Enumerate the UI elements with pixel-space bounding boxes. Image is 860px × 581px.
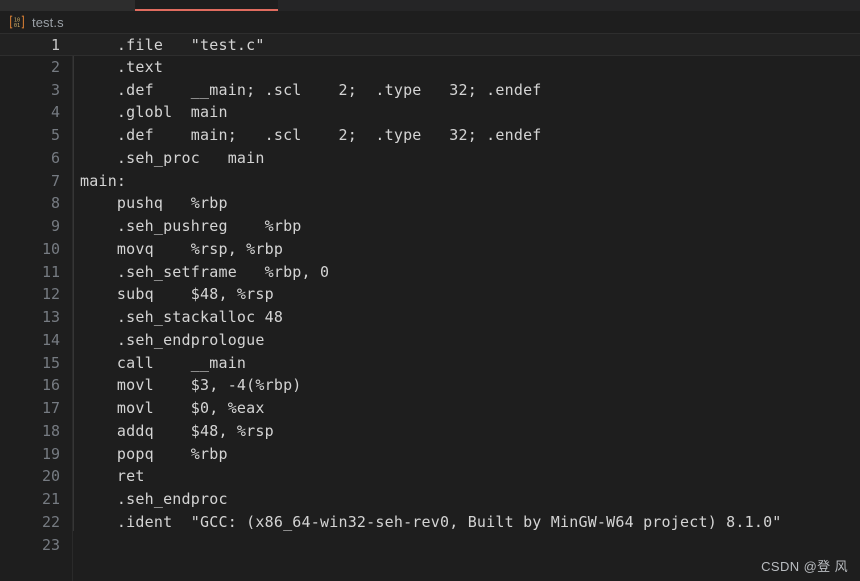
line-number: 11	[41, 262, 60, 281]
code-line[interactable]: 11 .seh_setframe %rbp, 0	[0, 261, 860, 284]
line-number: 17	[41, 399, 60, 417]
code-line[interactable]: 2 .text	[0, 56, 860, 79]
line-text: .def __main; .scl 2; .type 32; .endef	[80, 80, 542, 99]
line-number: 4	[50, 103, 60, 122]
code-line[interactable]: 17 movl $0, %eax	[0, 397, 860, 420]
line-text: .seh_stackalloc 48	[80, 308, 284, 326]
code-line[interactable]: 7 main:	[0, 170, 860, 193]
svg-text:01: 01	[14, 23, 20, 29]
breadcrumb-file-name[interactable]: test.s	[32, 16, 64, 29]
line-number: 7	[50, 171, 60, 190]
line-text: .text	[80, 57, 164, 76]
code-line[interactable]: 8 pushq %rbp	[0, 192, 860, 215]
editor-window: 10 01 test.s 1 .file "test.c" 2 .text 3 .d…	[0, 0, 860, 581]
line-text: .seh_pushreg %rbp	[80, 217, 302, 235]
line-text: main:	[80, 171, 127, 190]
line-number: 9	[50, 217, 60, 235]
code-line[interactable]: 4 .globl main	[0, 101, 860, 124]
code-line[interactable]: 9 .seh_pushreg %rbp	[0, 215, 860, 238]
line-text: .seh_setframe %rbp, 0	[80, 262, 330, 281]
editor-tab-bar	[0, 0, 860, 11]
line-text: pushq %rbp	[80, 194, 228, 213]
line-text: movl $0, %eax	[80, 399, 265, 417]
code-line[interactable]: 22 .ident "GCC: (x86_64-win32-seh-rev0, …	[0, 511, 860, 534]
line-text: addq $48, %rsp	[80, 421, 274, 440]
code-line[interactable]: 21 .seh_endproc	[0, 488, 860, 511]
line-text: .seh_proc main	[80, 148, 265, 167]
code-line-list: 1 .file "test.c" 2 .text 3 .def __main; .s…	[0, 33, 860, 556]
editor-tab-active[interactable]	[135, 0, 278, 11]
line-number: 2	[50, 57, 60, 76]
line-number: 10	[41, 239, 60, 258]
breadcrumb: 10 01 test.s	[0, 11, 860, 33]
code-line[interactable]: 3 .def __main; .scl 2; .type 32; .endef	[0, 79, 860, 102]
line-number: 19	[41, 444, 60, 463]
line-text: .def main; .scl 2; .type 32; .endef	[80, 126, 542, 144]
watermark: CSDN @登 风	[761, 559, 848, 574]
line-text: popq %rbp	[80, 444, 228, 463]
line-text: subq $48, %rsp	[80, 285, 274, 304]
line-number: 3	[50, 80, 60, 99]
code-line[interactable]: 18 addq $48, %rsp	[0, 420, 860, 443]
code-line[interactable]: 5 .def main; .scl 2; .type 32; .endef	[0, 124, 860, 147]
line-number: 22	[41, 512, 60, 531]
line-number: 5	[50, 126, 60, 144]
line-number: 18	[41, 421, 60, 440]
code-line[interactable]: 10 movq %rsp, %rbp	[0, 238, 860, 261]
binary-file-icon: 10 01	[9, 14, 25, 30]
line-number: 13	[41, 308, 60, 326]
code-line[interactable]: 1 .file "test.c"	[0, 33, 860, 56]
code-line[interactable]: 14 .seh_endprologue	[0, 329, 860, 352]
line-text: movq %rsp, %rbp	[80, 239, 284, 258]
line-text: .file "test.c"	[80, 36, 265, 54]
line-text: .seh_endproc	[80, 490, 228, 508]
line-text: call __main	[80, 353, 247, 372]
line-number: 16	[41, 376, 60, 395]
line-number: 23	[41, 535, 60, 554]
line-text: ret	[80, 467, 145, 486]
editor-tab-inactive-right[interactable]	[278, 0, 860, 11]
code-line[interactable]: 19 popq %rbp	[0, 443, 860, 466]
line-text: movl $3, -4(%rbp)	[80, 376, 302, 395]
code-line[interactable]: 13 .seh_stackalloc 48	[0, 306, 860, 329]
line-number: 12	[41, 285, 60, 304]
code-editor[interactable]: 1 .file "test.c" 2 .text 3 .def __main; .s…	[0, 33, 860, 581]
code-line[interactable]: 20 ret	[0, 465, 860, 488]
line-number: 8	[50, 194, 60, 213]
line-text: .seh_endprologue	[80, 330, 265, 349]
line-number: 6	[50, 148, 60, 167]
line-number: 20	[41, 467, 60, 486]
line-number: 15	[41, 353, 60, 372]
line-number: 1	[50, 36, 60, 54]
line-text: .globl main	[80, 103, 228, 122]
code-line[interactable]: 6 .seh_proc main	[0, 147, 860, 170]
editor-tab-inactive-left[interactable]	[0, 0, 135, 11]
code-line[interactable]: 23	[0, 534, 860, 557]
code-line[interactable]: 16 movl $3, -4(%rbp)	[0, 374, 860, 397]
code-line[interactable]: 15 call __main	[0, 352, 860, 375]
line-text: .ident "GCC: (x86_64-win32-seh-rev0, Bui…	[80, 512, 782, 531]
line-number: 14	[41, 330, 60, 349]
line-number: 21	[41, 490, 60, 508]
code-line[interactable]: 12 subq $48, %rsp	[0, 283, 860, 306]
